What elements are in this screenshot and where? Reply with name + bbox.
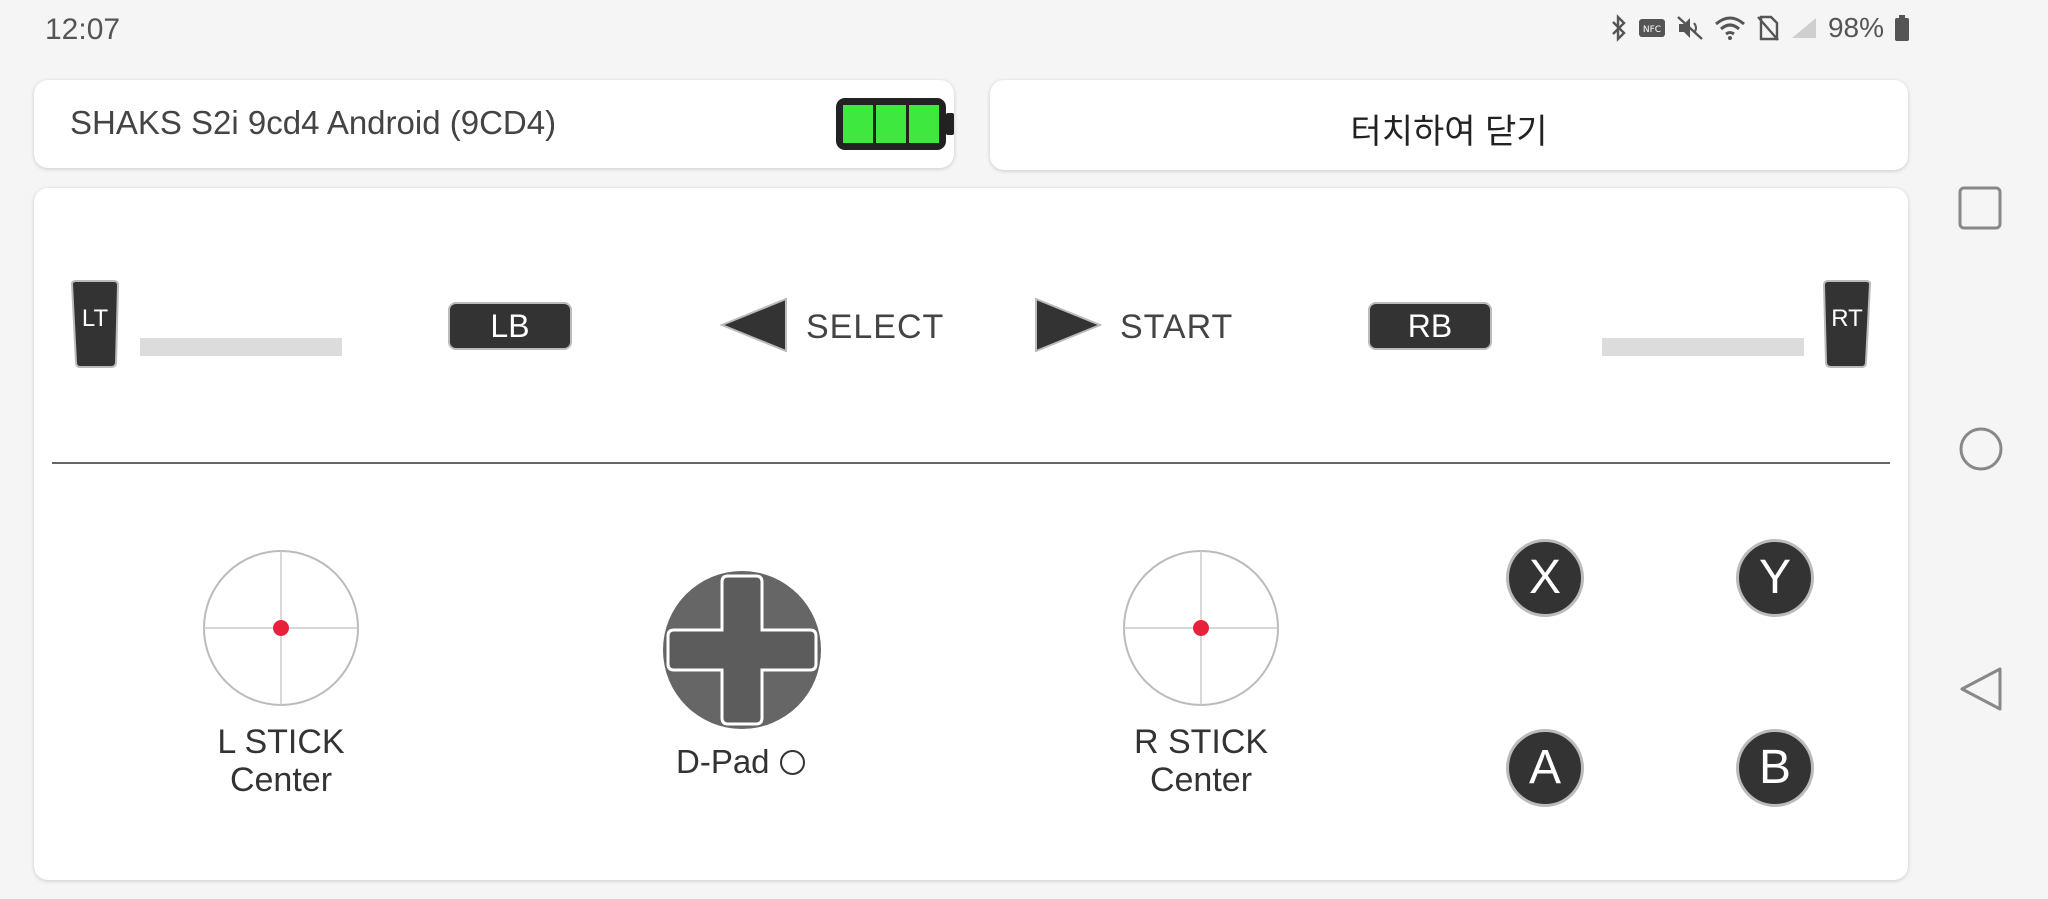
a-button: A (1506, 729, 1584, 807)
touch-to-close-label: 터치하여 닫기 (1350, 113, 1548, 151)
svg-text:NFC: NFC (1643, 25, 1661, 35)
dpad-icon (663, 571, 821, 729)
device-card: SHAKS S2i 9cd4 Android (9CD4) (34, 80, 954, 168)
controller-battery-icon (834, 96, 956, 157)
mute-icon (1676, 15, 1704, 41)
signal-icon (1790, 16, 1818, 40)
status-bar: 12:07 NFC 98% (0, 0, 1920, 62)
controller-panel: LT LB SELECT START RB RT L STICK Center … (34, 188, 1908, 880)
status-time: 12:07 (45, 13, 121, 46)
device-name: SHAKS S2i 9cd4 Android (9CD4) (70, 104, 557, 141)
rt-trigger-icon: RT (1822, 280, 1872, 368)
lt-trigger-icon: LT (70, 280, 120, 368)
navigation-bar (1920, 0, 2048, 899)
lb-button: LB (448, 302, 572, 350)
back-icon[interactable] (1958, 666, 2004, 717)
no-sim-icon (1756, 15, 1780, 41)
touch-to-close-button[interactable]: 터치하여 닫기 (990, 80, 1908, 170)
b-button: B (1736, 729, 1814, 807)
left-stick-title: L STICK (217, 723, 345, 761)
divider (52, 462, 1890, 464)
left-stick-state: Center (229, 761, 333, 799)
y-button: Y (1736, 539, 1814, 617)
start-label: START (1120, 308, 1234, 346)
right-stick-indicator (1123, 550, 1279, 706)
right-stick-label: R STICK Center (1071, 723, 1331, 799)
left-stick-label: L STICK Center (151, 723, 411, 799)
start-arrow-icon (1034, 297, 1103, 357)
rt-pressure-bar (1602, 338, 1804, 356)
nfc-icon: NFC (1638, 17, 1666, 39)
select-arrow-icon (719, 297, 788, 357)
select-button: SELECT (719, 297, 945, 357)
battery-icon (1894, 14, 1910, 42)
rb-button: RB (1368, 302, 1492, 350)
x-button: X (1506, 539, 1584, 617)
right-stick-title: R STICK (1133, 723, 1269, 761)
start-button: START (1034, 297, 1234, 357)
dpad-indicator (662, 570, 822, 730)
bluetooth-icon (1610, 14, 1628, 42)
left-stick-indicator (203, 550, 359, 706)
left-stick-dot (273, 620, 289, 636)
rt-label: RT (1831, 305, 1863, 332)
status-icons: NFC 98% (1610, 12, 1910, 44)
right-stick-state: Center (1149, 761, 1253, 799)
dpad-state-icon (779, 749, 805, 775)
recents-icon[interactable] (1958, 186, 2002, 235)
wifi-icon (1714, 15, 1746, 41)
home-icon[interactable] (1958, 426, 2004, 477)
dpad-label: D-Pad (676, 743, 805, 781)
battery-percent: 98% (1827, 12, 1884, 43)
lt-pressure-bar (140, 338, 342, 356)
select-label: SELECT (806, 308, 945, 346)
dpad-label-text: D-Pad (676, 743, 770, 780)
right-stick-dot (1193, 620, 1209, 636)
lt-label: LT (81, 305, 109, 332)
